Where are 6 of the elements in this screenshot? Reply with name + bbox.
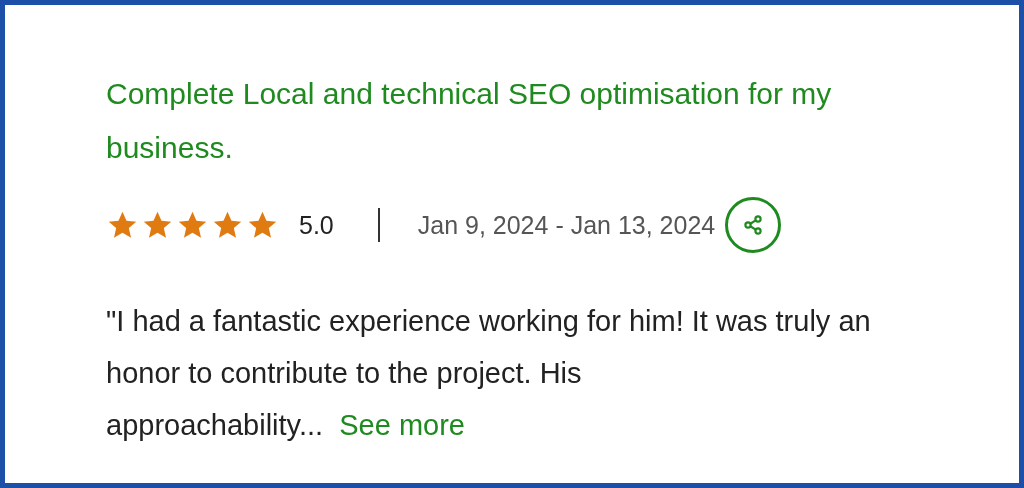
review-text: "I had a fantastic experience working for him! It was truly an honor to contribute to the project. His approachability... See more: [106, 304, 872, 443]
job-title: Complete Local and technical SEO optimisation for my business.: [106, 76, 833, 166]
share-button[interactable]: [725, 197, 782, 253]
rating-value: 5.0: [299, 210, 334, 240]
date-range: Jan 9, 2024 - Jan 13, 2024: [417, 210, 716, 240]
see-more-link[interactable]: See more: [339, 409, 465, 441]
